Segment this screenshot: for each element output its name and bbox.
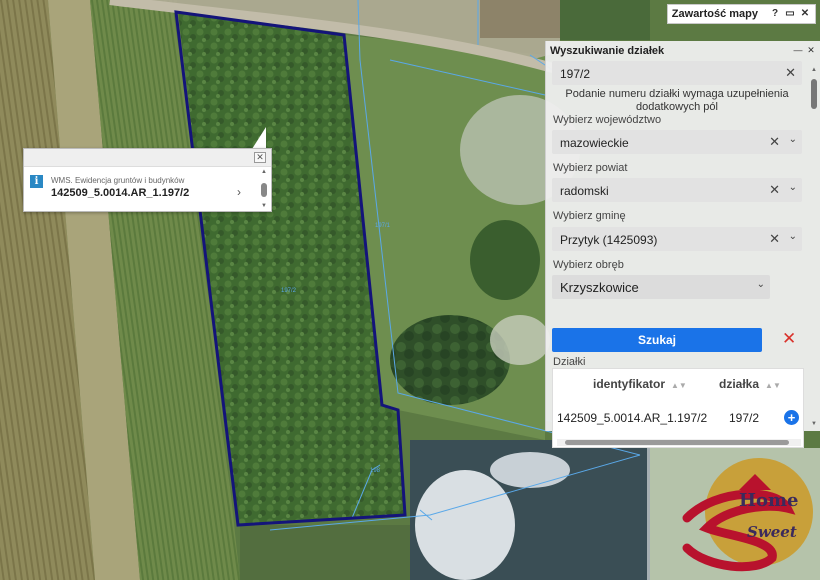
- close-icon[interactable]: ✕: [806, 45, 816, 55]
- scroll-down-icon[interactable]: ▼: [810, 421, 818, 427]
- county-label: Wybierz powiat: [553, 162, 628, 174]
- parcel-search-panel: Wyszukiwanie działek — ✕ 197/2 ✕ Podanie…: [545, 41, 820, 448]
- clear-icon[interactable]: ✕: [769, 134, 780, 150]
- parcel-number-input[interactable]: 197/2 ✕: [552, 61, 802, 85]
- voivodeship-label: Wybierz województwo: [553, 114, 662, 126]
- scroll-thumb[interactable]: [565, 440, 789, 445]
- scroll-thumb[interactable]: [261, 183, 267, 197]
- search-button[interactable]: Szukaj: [552, 328, 762, 352]
- commune-value: Przytyk (1425093): [560, 233, 658, 247]
- popup-source: WMS. Ewidencja gruntów i budynków: [51, 176, 185, 185]
- popup-scrollbar[interactable]: ▲ ▼: [260, 169, 268, 209]
- chevron-down-icon[interactable]: ⌄: [757, 279, 765, 290]
- parcel-number-value: 197/2: [560, 67, 591, 81]
- voivodeship-select[interactable]: mazowieckie ✕ ⌄: [552, 130, 802, 154]
- panel-title: Wyszukiwanie działek: [550, 45, 665, 57]
- column-header-identifier[interactable]: identyfikator ▲▼: [593, 377, 687, 391]
- precinct-value: Krzyszkowice: [560, 280, 639, 295]
- popup-identifier[interactable]: 142509_5.0014.AR_1.197/2: [51, 187, 189, 199]
- maximize-icon[interactable]: ▭: [784, 8, 796, 20]
- add-to-map-icon[interactable]: +: [784, 410, 799, 425]
- hint-text: Podanie numeru działki wymaga uzupełnien…: [565, 88, 789, 113]
- panel-header: Wyszukiwanie działek — ✕: [546, 41, 820, 61]
- logo-text-sweet: Sweet: [747, 523, 797, 541]
- popup-close-icon[interactable]: ✕: [254, 152, 266, 163]
- help-icon[interactable]: ?: [769, 8, 781, 20]
- chevron-down-icon[interactable]: ⌄: [789, 134, 797, 145]
- logo-text-home: Home: [739, 490, 799, 511]
- clear-search-icon[interactable]: ✕: [782, 329, 796, 349]
- scroll-up-icon[interactable]: ▲: [260, 169, 268, 175]
- home-sweet-logo: Home Sweet: [647, 448, 820, 580]
- commune-label: Wybierz gminę: [553, 210, 626, 222]
- chevron-down-icon[interactable]: ⌄: [789, 231, 797, 242]
- popup-body: i WMS. Ewidencja gruntów i budynków 1425…: [24, 167, 271, 211]
- popup-pointer: [252, 127, 266, 149]
- county-select[interactable]: radomski ✕ ⌄: [552, 178, 802, 202]
- precinct-select[interactable]: Krzyszkowice ⌄: [552, 275, 770, 299]
- results-horizontal-scrollbar[interactable]: [557, 439, 801, 446]
- map-content-button[interactable]: Zawartość mapy: [672, 8, 758, 20]
- voivodeship-value: mazowieckie: [560, 136, 629, 150]
- commune-select[interactable]: Przytyk (1425093) ✕ ⌄: [552, 227, 802, 251]
- popup-header: ✕: [24, 149, 271, 167]
- parcel-label: 197/2: [281, 288, 297, 294]
- chevron-right-icon[interactable]: ›: [237, 185, 241, 199]
- column-header-parcel[interactable]: działka ▲▼: [719, 377, 781, 391]
- result-identifier[interactable]: 142509_5.0014.AR_1.197/2: [557, 411, 707, 425]
- parcel-label: 198: [370, 468, 381, 474]
- column-header-label: identyfikator: [593, 377, 666, 391]
- feature-info-popup: ✕ i WMS. Ewidencja gruntów i budynków 14…: [23, 148, 272, 212]
- scroll-up-icon[interactable]: ▲: [810, 67, 818, 73]
- scroll-thumb[interactable]: [811, 79, 817, 109]
- clear-icon[interactable]: ✕: [785, 65, 796, 81]
- parcel-label: 197/1: [375, 223, 391, 229]
- panel-body: 197/2 ✕ Podanie numeru działki wymaga uz…: [552, 61, 807, 448]
- chevron-down-icon[interactable]: ⌄: [789, 182, 797, 193]
- column-header-label: działka: [719, 377, 760, 391]
- results-table: identyfikator ▲▼ działka ▲▼ 142509_5.0014.…: [552, 368, 804, 448]
- sort-icon[interactable]: ▲▼: [765, 381, 781, 390]
- sort-icon[interactable]: ▲▼: [671, 381, 687, 390]
- scroll-down-icon[interactable]: ▼: [260, 203, 268, 209]
- map-content-toolbar: Zawartość mapy ? ▭ ✕: [666, 4, 816, 24]
- logo-mark: [682, 458, 813, 572]
- close-icon[interactable]: ✕: [799, 8, 811, 20]
- minimize-icon[interactable]: —: [793, 45, 803, 55]
- precinct-label: Wybierz obręb: [553, 259, 624, 271]
- results-label: Działki: [553, 356, 586, 368]
- clear-icon[interactable]: ✕: [769, 231, 780, 247]
- county-value: radomski: [560, 184, 609, 198]
- panel-scrollbar[interactable]: ▲ ▼: [810, 67, 818, 427]
- info-icon: i: [30, 175, 43, 188]
- clear-icon[interactable]: ✕: [769, 182, 780, 198]
- result-parcel[interactable]: 197/2: [729, 411, 759, 425]
